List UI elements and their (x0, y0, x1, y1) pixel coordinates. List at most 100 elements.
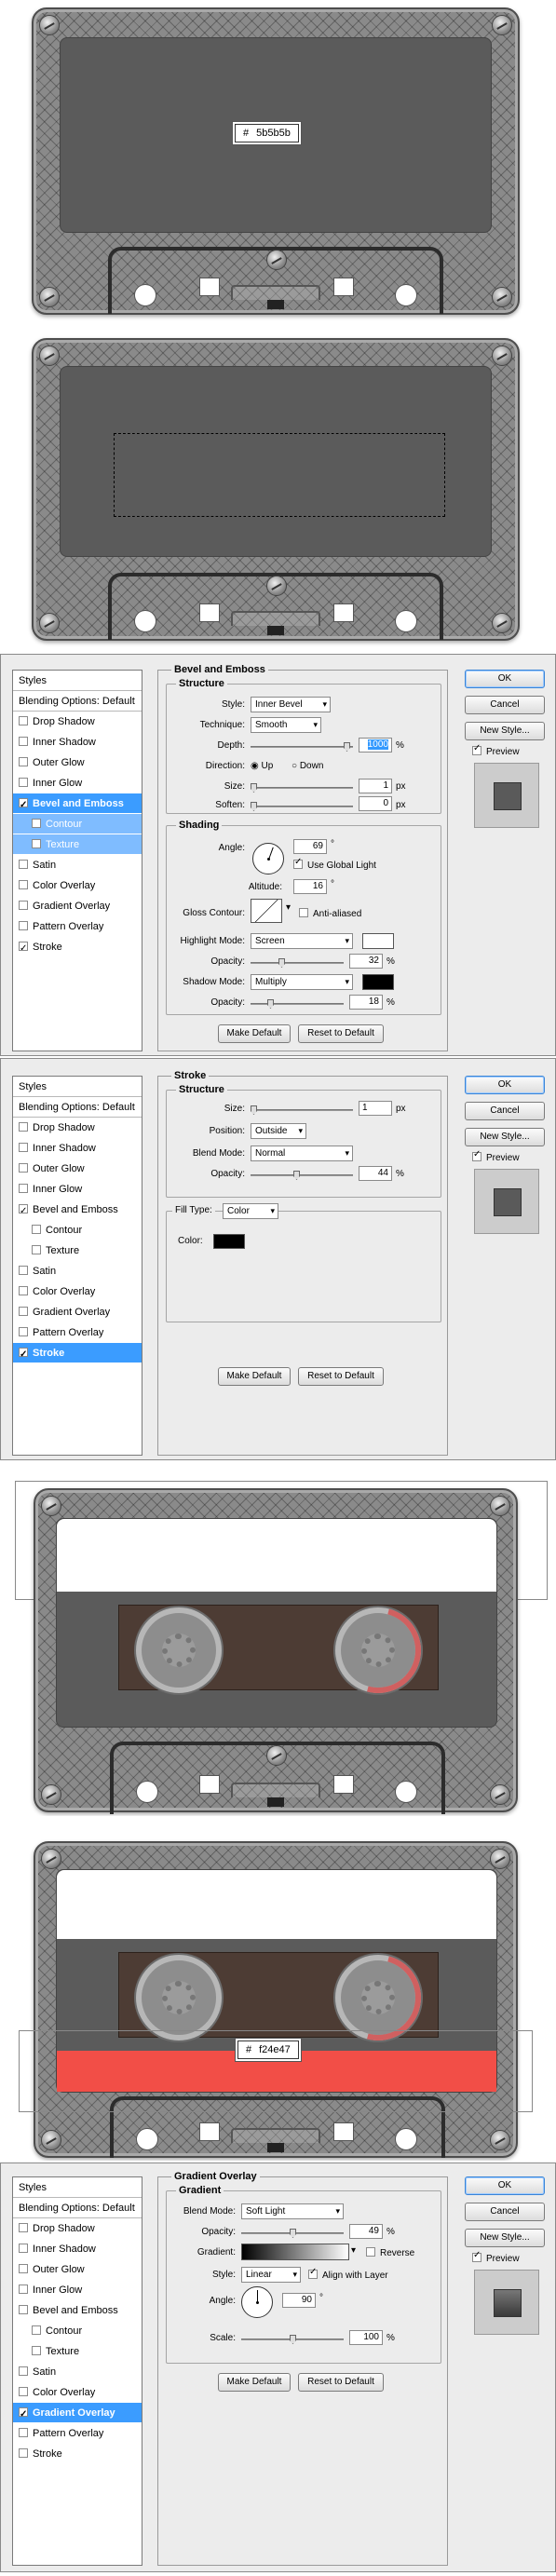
checkbox-icon[interactable] (19, 2264, 28, 2273)
checkbox-icon[interactable] (19, 860, 28, 869)
slider-thumb[interactable] (344, 742, 350, 752)
style-item-texture[interactable]: Texture (13, 834, 142, 855)
size-slider[interactable] (251, 783, 353, 793)
depth-input[interactable]: 1000 (359, 738, 392, 752)
gradient-dropdown-icon[interactable]: ▾ (351, 2245, 356, 2256)
style-item-outer-glow[interactable]: Outer Glow (13, 752, 142, 773)
style-item-texture[interactable]: Texture (13, 2341, 142, 2362)
checkbox-icon[interactable] (32, 819, 41, 828)
style-item-stroke[interactable]: Stroke (13, 937, 142, 959)
checkbox-icon[interactable] (19, 2285, 28, 2294)
shadow-opacity-input[interactable]: 18 (349, 995, 383, 1010)
scale-slider[interactable] (241, 2335, 344, 2344)
style-item-outer-glow[interactable]: Outer Glow (13, 1159, 142, 1179)
cancel-button[interactable]: Cancel (465, 2203, 545, 2221)
opacity-input[interactable]: 44 (359, 1166, 392, 1181)
style-item-pattern-overlay[interactable]: Pattern Overlay (13, 1322, 142, 1343)
slider-thumb[interactable] (251, 783, 257, 793)
style-item-satin[interactable]: Satin (13, 1261, 142, 1281)
checkbox-icon[interactable] (19, 2448, 28, 2458)
style-item-bevel-and-emboss[interactable]: Bevel and Emboss (13, 2300, 142, 2321)
style-item-inner-shadow[interactable]: Inner Shadow (13, 1138, 142, 1159)
reverse-checkbox[interactable]: Reverse (366, 2247, 414, 2258)
checkbox-icon[interactable] (19, 716, 28, 725)
highlight-mode-select[interactable]: Screen (251, 933, 353, 949)
gloss-contour-picker[interactable] (251, 899, 282, 923)
size-slider[interactable] (251, 1105, 353, 1115)
checkbox-icon[interactable] (19, 1345, 28, 1365)
direction-down-radio[interactable]: ○ Down (292, 761, 323, 771)
style-item-contour[interactable]: Contour (13, 1220, 142, 1241)
style-item-drop-shadow[interactable]: Drop Shadow (13, 2218, 142, 2239)
slider-thumb[interactable] (267, 999, 274, 1009)
style-item-stroke[interactable]: Stroke (13, 1343, 142, 1365)
checkbox-icon[interactable] (19, 939, 28, 959)
slider-thumb[interactable] (251, 802, 257, 811)
shadow-mode-select[interactable]: Multiply (251, 974, 353, 990)
blend-mode-select[interactable]: Normal (251, 1146, 353, 1161)
slider-thumb[interactable] (251, 1105, 257, 1115)
style-item-drop-shadow[interactable]: Drop Shadow (13, 1118, 142, 1138)
depth-slider[interactable] (251, 742, 353, 752)
angle-dial[interactable] (252, 843, 284, 874)
style-item-color-overlay[interactable]: Color Overlay (13, 2382, 142, 2403)
checkbox-icon[interactable] (19, 880, 28, 889)
angle-dial[interactable] (241, 2286, 273, 2318)
contour-dropdown-icon[interactable]: ▾ (286, 902, 291, 913)
slider-thumb[interactable] (290, 2229, 296, 2238)
anti-aliased-checkbox[interactable]: Anti-aliased (299, 908, 361, 919)
checkbox-icon[interactable] (19, 2387, 28, 2396)
style-item-inner-shadow[interactable]: Inner Shadow (13, 2239, 142, 2259)
checkbox-icon[interactable] (19, 778, 28, 787)
preview-checkbox[interactable]: Preview (472, 743, 520, 757)
fill-type-select[interactable]: Color (223, 1203, 278, 1219)
align-with-layer-checkbox[interactable]: Align with Layer (308, 2267, 388, 2281)
style-item-stroke[interactable]: Stroke (13, 2444, 142, 2464)
cancel-button[interactable]: Cancel (465, 1102, 545, 1120)
checkbox-icon[interactable] (19, 2428, 28, 2437)
soften-input[interactable]: 0 (359, 796, 392, 811)
style-select[interactable]: Linear (241, 2267, 301, 2283)
size-input[interactable]: 1 (359, 779, 392, 793)
style-item-inner-glow[interactable]: Inner Glow (13, 1179, 142, 1200)
checkbox-icon[interactable] (19, 2223, 28, 2232)
style-item-gradient-overlay[interactable]: Gradient Overlay (13, 1302, 142, 1322)
style-item-satin[interactable]: Satin (13, 855, 142, 875)
style-item-bevel-and-emboss[interactable]: Bevel and Emboss (13, 793, 142, 816)
checkbox-icon[interactable] (32, 2325, 41, 2335)
make-default-button[interactable]: Make Default (218, 2373, 291, 2392)
slider-thumb[interactable] (293, 1171, 300, 1180)
style-item-color-overlay[interactable]: Color Overlay (13, 1281, 142, 1302)
blending-options-item[interactable]: Blending Options: Default (13, 2198, 142, 2218)
blending-options-item[interactable]: Blending Options: Default (13, 1097, 142, 1118)
new-style-button[interactable]: New Style... (465, 2229, 545, 2247)
style-item-texture[interactable]: Texture (13, 1241, 142, 1261)
make-default-button[interactable]: Make Default (218, 1024, 291, 1043)
checkbox-icon[interactable] (19, 1163, 28, 1173)
style-item-inner-shadow[interactable]: Inner Shadow (13, 732, 142, 752)
opacity-slider[interactable] (251, 1171, 353, 1180)
checkbox-icon[interactable] (32, 2346, 41, 2355)
soften-slider[interactable] (251, 802, 353, 811)
checkbox-icon[interactable] (19, 1122, 28, 1132)
gradient-picker[interactable] (241, 2244, 349, 2260)
slider-thumb[interactable] (290, 2335, 296, 2344)
style-select[interactable]: Inner Bevel (251, 697, 331, 712)
style-item-contour[interactable]: Contour (13, 2321, 142, 2341)
ok-button[interactable]: OK (465, 670, 545, 688)
checkbox-icon[interactable] (19, 2405, 28, 2425)
checkbox-icon[interactable] (32, 1225, 41, 1234)
highlight-opacity-slider[interactable] (251, 958, 344, 968)
technique-select[interactable]: Smooth (251, 717, 321, 733)
make-default-button[interactable]: Make Default (218, 1367, 291, 1386)
checkbox-icon[interactable] (19, 1327, 28, 1336)
scale-input[interactable]: 100 (349, 2330, 383, 2345)
style-item-inner-glow[interactable]: Inner Glow (13, 773, 142, 793)
reset-default-button[interactable]: Reset to Default (298, 2373, 384, 2392)
cancel-button[interactable]: Cancel (465, 696, 545, 714)
checkbox-icon[interactable] (19, 1307, 28, 1316)
preview-checkbox[interactable]: Preview (472, 2250, 520, 2264)
angle-input[interactable]: 90 (282, 2293, 316, 2308)
checkbox-icon[interactable] (19, 757, 28, 766)
checkbox-icon[interactable] (19, 1266, 28, 1275)
